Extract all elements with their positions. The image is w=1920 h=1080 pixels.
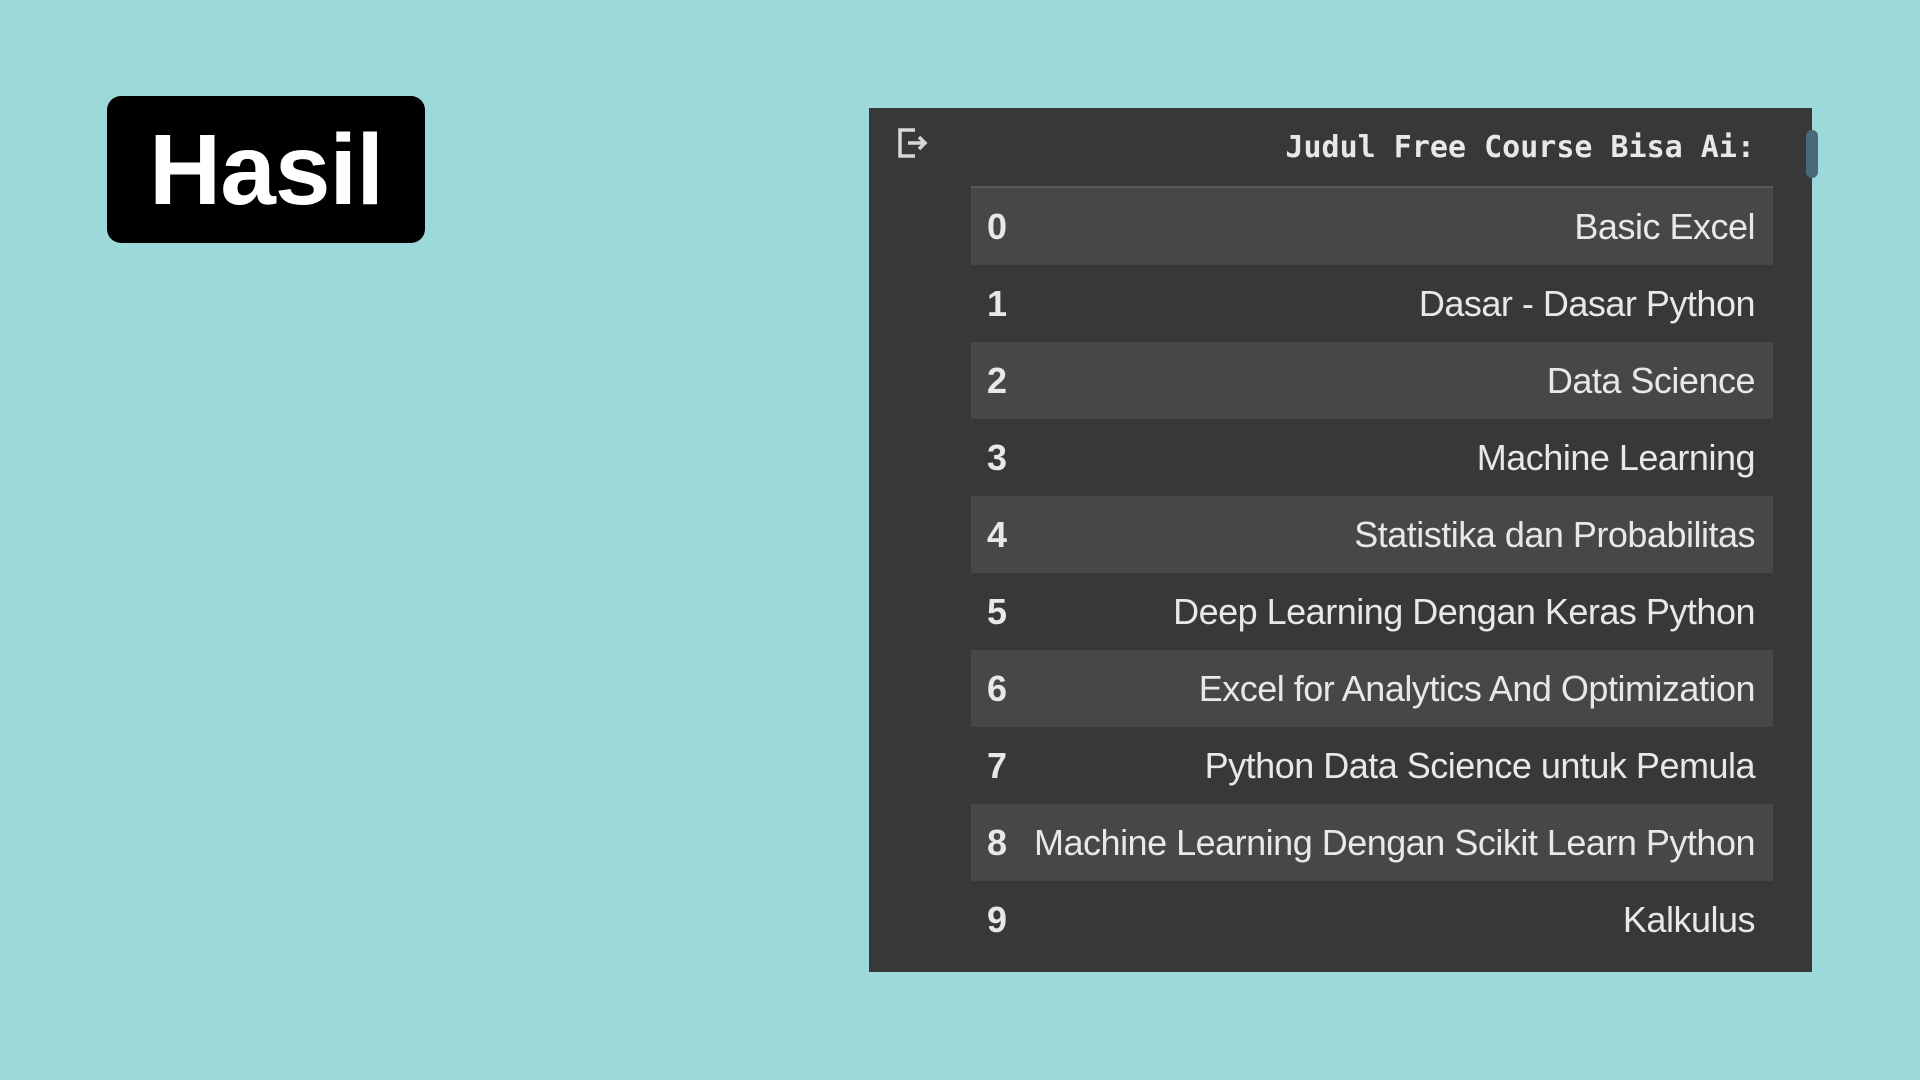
table-row: 9 Kalkulus xyxy=(971,881,1773,958)
row-index: 3 xyxy=(987,436,1008,478)
table-row: 6 Excel for Analytics And Optimization xyxy=(971,650,1773,727)
table-row: 5 Deep Learning Dengan Keras Python xyxy=(971,573,1773,650)
row-value: Dasar - Dasar Python xyxy=(1418,282,1756,324)
row-value: Python Data Science untuk Pemula xyxy=(1204,744,1756,786)
table-body: 0 Basic Excel 1 Dasar - Dasar Python 2 Data S… xyxy=(971,188,1773,958)
output-redirect-icon[interactable] xyxy=(893,124,931,162)
table-row: 2 Data Science xyxy=(971,342,1773,419)
table-row: 8 Machine Learning Dengan Scikit Learn Py… xyxy=(971,804,1773,881)
row-index: 9 xyxy=(987,898,1008,940)
row-value: Machine Learning Dengan Scikit Learn Pyt… xyxy=(1034,821,1755,863)
row-index: 6 xyxy=(987,667,1008,709)
row-index: 8 xyxy=(987,821,1008,863)
table-row: 0 Basic Excel xyxy=(971,188,1773,265)
row-index: 7 xyxy=(987,744,1008,786)
cell-output-panel: Judul Free Course Bisa Ai: 0 Basic Excel 1… xyxy=(869,108,1818,972)
table-header: Judul Free Course Bisa Ai: xyxy=(971,108,1773,188)
row-value: Kalkulus xyxy=(1622,898,1756,940)
row-index: 1 xyxy=(987,282,1008,324)
slide-title: Hasil xyxy=(148,113,384,226)
row-value: Data Science xyxy=(1546,359,1756,401)
table-row: 4 Statistika dan Probabilitas xyxy=(971,496,1773,573)
row-index: 4 xyxy=(987,513,1008,555)
row-index: 0 xyxy=(987,205,1008,247)
column-header: Judul Free Course Bisa Ai: xyxy=(1285,129,1755,165)
table-row: 1 Dasar - Dasar Python xyxy=(971,265,1773,342)
row-value: Deep Learning Dengan Keras Python xyxy=(1173,590,1755,632)
output-table: Judul Free Course Bisa Ai: 0 Basic Excel 1… xyxy=(971,108,1773,958)
row-index: 5 xyxy=(987,590,1008,632)
row-value: Statistika dan Probabilitas xyxy=(1354,513,1755,555)
title-badge: Hasil xyxy=(107,96,425,243)
row-value: Excel for Analytics And Optimization xyxy=(1198,667,1756,709)
scroll-handle[interactable] xyxy=(1806,130,1818,178)
table-row: 3 Machine Learning xyxy=(971,419,1773,496)
row-index: 2 xyxy=(987,359,1008,401)
slide: Hasil Judul Free Course Bisa Ai: 0 Basic … xyxy=(0,0,1920,1080)
row-value: Basic Excel xyxy=(1574,205,1755,247)
row-value: Machine Learning xyxy=(1476,436,1756,478)
table-row: 7 Python Data Science untuk Pemula xyxy=(971,727,1773,804)
